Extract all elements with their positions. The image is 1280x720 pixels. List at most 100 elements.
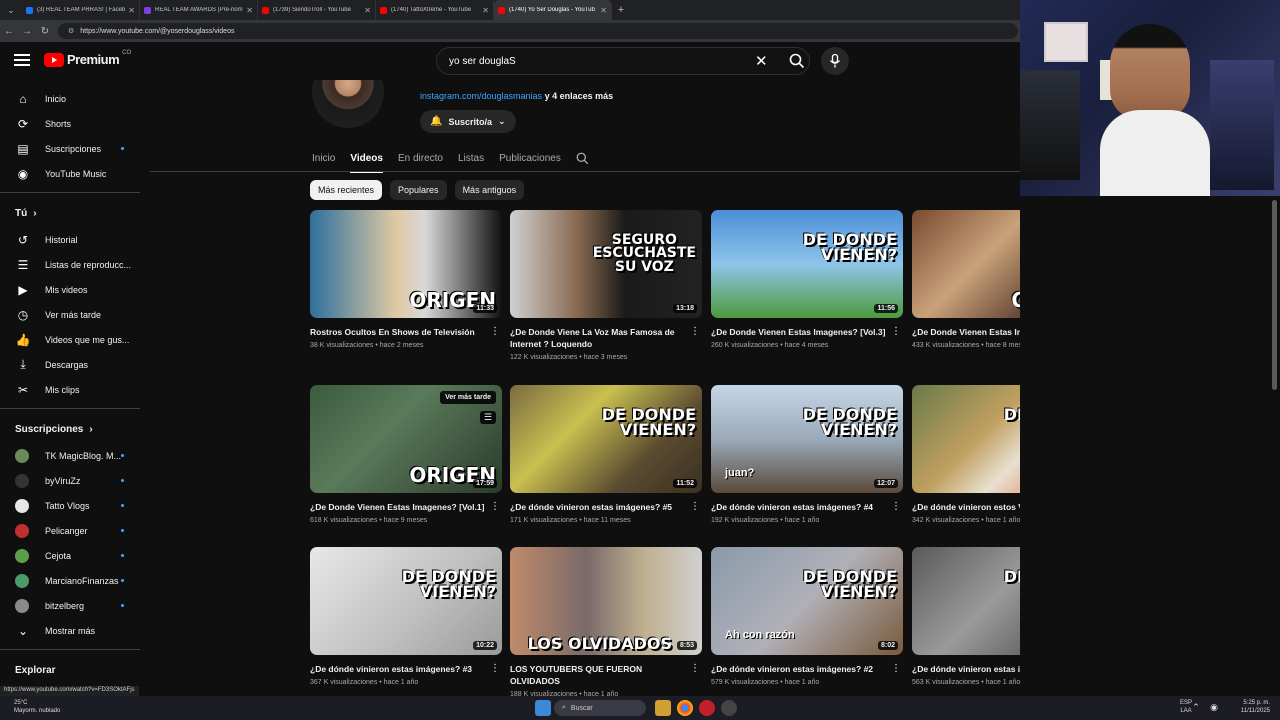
sidebar-item[interactable]: ◷ Ver más tarde (0, 302, 150, 327)
youtube-premium-logo[interactable]: Premium CO (44, 50, 131, 67)
video-card[interactable]: DE DONDE VIENEN?11:18 ¿De dónde vinieron … (912, 385, 1020, 524)
video-thumbnail[interactable]: LOS OLVIDADOS 8:53 (510, 547, 702, 655)
new-tab-button[interactable]: + (612, 0, 630, 20)
video-card[interactable]: DE DONDE VIENEN? 10:22 ¿De dónde vinieron … (310, 547, 502, 686)
more-actions-icon[interactable]: ⋮ (490, 663, 500, 674)
sort-chip[interactable]: Más recientes (310, 180, 383, 200)
browser-tab[interactable]: REAL TEAM AWARDS (Pre-nom ✕ (140, 0, 258, 20)
close-tab-icon[interactable]: ✕ (482, 6, 489, 15)
close-tab-icon[interactable]: ✕ (128, 6, 135, 15)
video-thumbnail[interactable]: ORIGEN10:29 (912, 210, 1020, 318)
watch-later-hover[interactable]: Ver más tarde (440, 391, 496, 404)
sidebar-item[interactable]: ▤ Suscripciones (0, 136, 150, 161)
search-channel-icon[interactable] (576, 146, 589, 170)
tab-publicaciones[interactable]: Publicaciones (499, 146, 561, 170)
browser-tab[interactable]: (1740) Yo Ser Douglas - YouTub ✕ (494, 0, 612, 20)
subscription-item[interactable]: MarcianoFinanzas (0, 568, 150, 593)
video-card[interactable]: DE DONDE VIENEN? 11:52 ¿De dónde vinieron … (510, 385, 702, 524)
video-card[interactable]: ORIGEN 11:33 Rostros Ocultos En Shows de T… (310, 210, 502, 349)
video-thumbnail[interactable]: DE DONDE VIENEN?11:18 (912, 385, 1020, 493)
video-title[interactable]: ¿De dónde vinieron estos Videos? (912, 501, 1020, 513)
system-tray[interactable]: ⌃ ◉ (1192, 702, 1222, 713)
instagram-link[interactable]: instagram.com/douglasmanias (420, 91, 542, 101)
sidebar-item[interactable]: ☰ Listas de reproducc... (0, 252, 150, 277)
sidebar-item[interactable]: ▶ Mis videos (0, 277, 150, 302)
close-tab-icon[interactable]: ✕ (246, 6, 253, 15)
more-actions-icon[interactable]: ⋮ (690, 501, 700, 512)
video-thumbnail[interactable]: DE DONDE VIENEN? 11:56 (711, 210, 903, 318)
close-tab-icon[interactable]: ✕ (600, 6, 607, 15)
search-input[interactable] (437, 55, 737, 67)
sidebar-item[interactable]: ✂ Mis clips (0, 377, 150, 402)
video-thumbnail[interactable]: DE DONDE VIENEN? 12:07 juan? (711, 385, 903, 493)
video-thumbnail[interactable]: SEGURO ESCUCHASTE SU VOZ 13:18 (510, 210, 702, 318)
video-title[interactable]: Rostros Ocultos En Shows de Televisión (310, 326, 488, 338)
more-actions-icon[interactable]: ⋮ (490, 501, 500, 512)
video-thumbnail[interactable]: DE DONDE VIENEN? 8:02 Ah con razón (711, 547, 903, 655)
video-card[interactable]: DE DONDE VIENEN? 11:56 ¿De Donde Vienen Es… (711, 210, 903, 349)
search-button[interactable] (783, 48, 811, 74)
video-card[interactable]: LOS OLVIDADOS 8:53 LOS YOUTUBERS QUE FUERO… (510, 547, 702, 696)
subscription-item[interactable]: Pelicanger (0, 518, 150, 543)
video-card[interactable]: SEGURO ESCUCHASTE SU VOZ 13:18 ¿De Donde V… (510, 210, 702, 361)
language-indicator[interactable]: ESP LAA (1180, 699, 1192, 715)
video-title[interactable]: ¿De Donde Vienen Estas Imagenes? [Vol.1] (310, 501, 488, 513)
video-title[interactable]: ¿De dónde vinieron estas imágenes? #3 (310, 663, 488, 675)
subscription-item[interactable]: Cejota (0, 543, 150, 568)
sidebar-item[interactable]: ⤓ Descargas (0, 352, 150, 377)
settings-icon[interactable] (721, 700, 737, 716)
sidebar-item[interactable]: ⌂ Inicio (0, 86, 150, 111)
more-links[interactable]: y 4 enlaces más (542, 91, 614, 101)
tab-search-icon[interactable]: ⌄ (0, 0, 22, 20)
more-actions-icon[interactable]: ⋮ (490, 326, 500, 337)
tab-inicio[interactable]: Inicio (312, 146, 335, 170)
subscription-item[interactable]: bitzelberg (0, 593, 150, 618)
video-title[interactable]: ¿De Donde Vienen Estas Imagenes? [Vol.2] (912, 326, 1020, 338)
sidebar-item[interactable]: ◉ YouTube Music (0, 161, 150, 186)
video-title[interactable]: ¿De Donde Vienen Estas Imagenes? [Vol.3] (711, 326, 889, 338)
voice-search-button[interactable] (821, 47, 849, 75)
sidebar-item[interactable]: ↺ Historial (0, 227, 150, 252)
browser-tab[interactable]: (1739) SiendoTroll - YouTube ✕ (258, 0, 376, 20)
sort-chip[interactable]: Más antiguos (454, 180, 525, 200)
site-info-icon[interactable]: ⚙ (68, 27, 74, 35)
add-to-queue-icon[interactable]: ☰ (479, 411, 496, 424)
app-icon[interactable] (699, 700, 715, 716)
channel-avatar[interactable] (312, 80, 384, 128)
video-thumbnail[interactable]: ORIGEN 17:59 Ver más tarde ☰ (310, 385, 502, 493)
video-card[interactable]: DE DONDE VIENEN? 12:07 juan? ¿De dónde vini… (711, 385, 903, 524)
video-card[interactable]: DE DONDE VIENEN?10:02 ¿De dónde vinieron … (912, 547, 1020, 686)
video-title[interactable]: LOS YOUTUBERS QUE FUERON OLVIDADOS (510, 663, 688, 687)
show-more-button[interactable]: ⌄ Mostrar más (0, 618, 150, 643)
more-actions-icon[interactable]: ⋮ (891, 326, 901, 337)
you-section-header[interactable]: Tú › (0, 199, 150, 227)
video-thumbnail[interactable]: ORIGEN 11:33 (310, 210, 502, 318)
video-thumbnail[interactable]: DE DONDE VIENEN? 10:22 (310, 547, 502, 655)
reload-icon[interactable]: ↻ (36, 20, 54, 42)
clear-search-icon[interactable]: ✕ (755, 52, 768, 70)
more-actions-icon[interactable]: ⋮ (891, 501, 901, 512)
video-card[interactable]: ORIGEN10:29 ¿De Donde Vienen Estas Imagen… (912, 210, 1020, 349)
tab-en-directo[interactable]: En directo (398, 146, 443, 170)
video-card[interactable]: ORIGEN 17:59 Ver más tarde ☰ ¿De Donde Viene… (310, 385, 502, 524)
menu-icon[interactable] (14, 54, 30, 68)
file-explorer-icon[interactable] (655, 700, 671, 716)
video-title[interactable]: ¿De Donde Viene La Voz Mas Famosa de Int… (510, 326, 688, 350)
video-title[interactable]: ¿De dónde vinieron estas imágenes? #5 (510, 501, 688, 513)
subscription-item[interactable]: byViruZz (0, 468, 150, 493)
subscriptions-section-header[interactable]: Suscripciones › (0, 415, 150, 443)
video-title[interactable]: ¿De dónde vinieron estas imágenes? #4 (711, 501, 889, 513)
more-actions-icon[interactable]: ⋮ (690, 663, 700, 674)
back-icon[interactable]: ← (0, 20, 18, 42)
scrollbar[interactable] (1272, 200, 1277, 390)
subscription-item[interactable]: Tatto Vlogs (0, 493, 150, 518)
video-thumbnail[interactable]: DE DONDE VIENEN? 11:52 (510, 385, 702, 493)
video-title[interactable]: ¿De dónde vinieron estas imágenes? (912, 663, 1020, 675)
video-card[interactable]: DE DONDE VIENEN? 8:02 Ah con razón ¿De dónd… (711, 547, 903, 686)
forward-icon[interactable]: → (18, 20, 36, 42)
tab-listas[interactable]: Listas (458, 146, 484, 170)
clock[interactable]: 5:25 p. m. 11/11/2025 (1241, 699, 1270, 715)
video-title[interactable]: ¿De dónde vinieron estas imágenes? #2 (711, 663, 889, 675)
sidebar-item[interactable]: ⟳ Shorts (0, 111, 150, 136)
browser-tab[interactable]: (3) REAL TEAM PRRAS! | Faceb ✕ (22, 0, 140, 20)
